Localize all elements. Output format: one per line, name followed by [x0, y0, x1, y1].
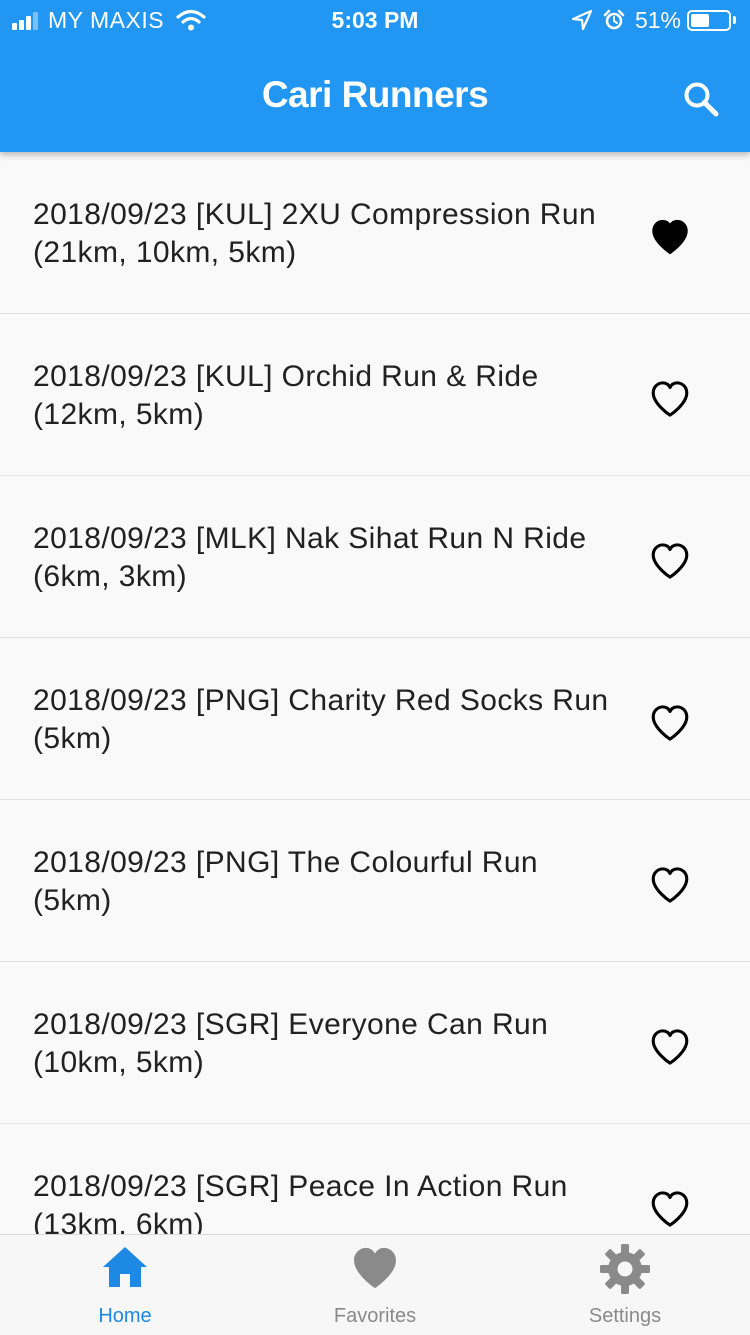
- event-list-item[interactable]: 2018/09/23 [SGR] Peace In Action Run (13…: [0, 1124, 750, 1234]
- favorite-toggle-button[interactable]: [643, 1184, 697, 1234]
- search-icon: [684, 82, 719, 117]
- event-list[interactable]: 2018/09/23 [KUL] 2XU Compression Run (21…: [0, 152, 750, 1234]
- event-title: 2018/09/23 [PNG] Charity Red Socks Run (…: [33, 684, 609, 755]
- event-list-item[interactable]: 2018/09/23 [KUL] 2XU Compression Run (21…: [0, 152, 750, 314]
- nav-tab-settings[interactable]: Settings: [500, 1235, 750, 1335]
- heart-filled-icon: [652, 219, 688, 255]
- favorite-toggle-button[interactable]: [643, 860, 697, 910]
- heart-outline-icon: [651, 705, 689, 741]
- event-title: 2018/09/23 [MLK] Nak Sihat Run N Ride (6…: [33, 522, 587, 593]
- favorite-toggle-button[interactable]: [643, 698, 697, 748]
- favorite-toggle-button[interactable]: [643, 1022, 697, 1072]
- favorite-toggle-button[interactable]: [643, 212, 697, 262]
- event-title: 2018/09/23 [SGR] Everyone Can Run (10km,…: [33, 1008, 549, 1079]
- top-bar: MY MAXIS 5:03 PM 51% Cari Runners: [0, 0, 750, 152]
- event-list-item[interactable]: 2018/09/23 [PNG] Charity Red Socks Run (…: [0, 638, 750, 800]
- nav-tab-label: Home: [98, 1305, 152, 1327]
- gear-icon: [500, 1243, 750, 1295]
- event-title: 2018/09/23 [KUL] Orchid Run & Ride (12km…: [33, 360, 539, 431]
- event-list-item[interactable]: 2018/09/23 [MLK] Nak Sihat Run N Ride (6…: [0, 476, 750, 638]
- event-list-item[interactable]: 2018/09/23 [SGR] Everyone Can Run (10km,…: [0, 962, 750, 1124]
- favorite-toggle-button[interactable]: [643, 374, 697, 424]
- nav-tab-home[interactable]: Home: [0, 1235, 250, 1335]
- battery-icon: [687, 9, 731, 31]
- heart-outline-icon: [651, 1191, 689, 1227]
- alarm-clock-icon: [603, 9, 625, 30]
- location-arrow-icon: [571, 9, 593, 31]
- heart-outline-icon: [651, 381, 689, 417]
- nav-tab-label: Favorites: [333, 1305, 417, 1327]
- event-title: 2018/09/23 [PNG] The Colourful Run (5km): [33, 846, 539, 917]
- heart-outline-icon: [651, 867, 689, 903]
- app-title: Cari Runners: [261, 74, 489, 115]
- battery-percent: 51%: [634, 6, 681, 33]
- favorite-toggle-button[interactable]: [643, 536, 697, 586]
- nav-tab-label: Settings: [588, 1305, 662, 1327]
- heart-icon: [250, 1243, 500, 1295]
- status-bar: MY MAXIS 5:03 PM 51%: [0, 0, 750, 40]
- home-icon: [0, 1243, 250, 1295]
- heart-outline-icon: [651, 543, 689, 579]
- event-title: 2018/09/23 [SGR] Peace In Action Run (13…: [33, 1170, 568, 1234]
- event-list-item[interactable]: 2018/09/23 [PNG] The Colourful Run (5km): [0, 800, 750, 962]
- heart-outline-icon: [651, 1029, 689, 1065]
- event-title: 2018/09/23 [KUL] 2XU Compression Run (21…: [33, 198, 597, 269]
- event-list-item[interactable]: 2018/09/23 [KUL] Orchid Run & Ride (12km…: [0, 314, 750, 476]
- nav-tab-favorites[interactable]: Favorites: [250, 1235, 500, 1335]
- search-button[interactable]: [676, 74, 726, 124]
- bottom-navigation: Home Favorites Settings: [0, 1234, 750, 1335]
